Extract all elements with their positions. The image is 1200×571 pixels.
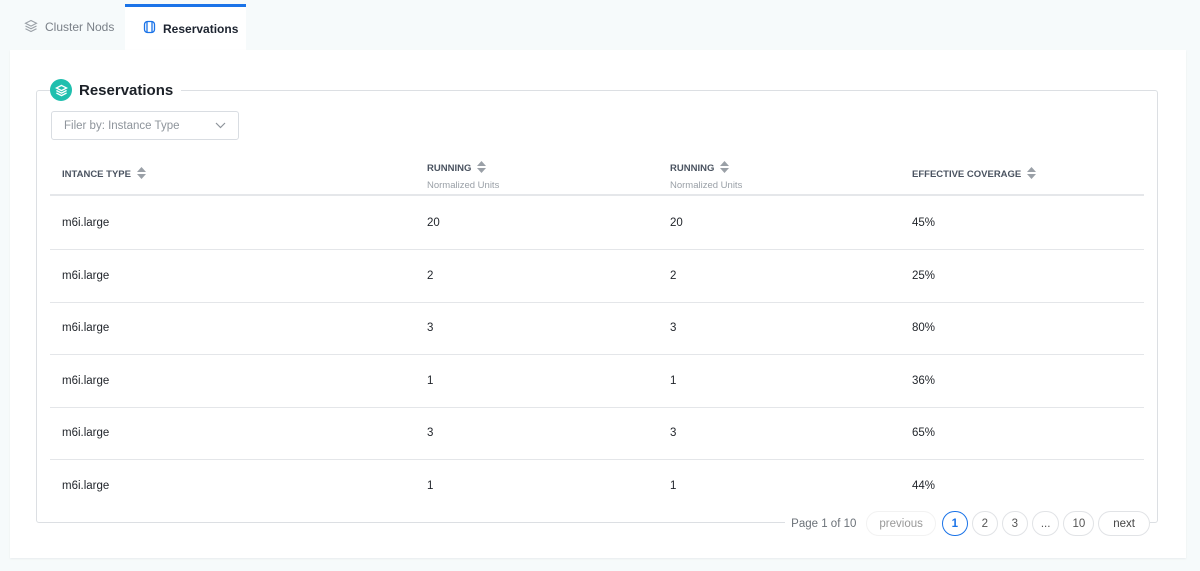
- page-button-10[interactable]: 10: [1063, 511, 1095, 536]
- layers-icon: [50, 79, 72, 101]
- page-ellipsis[interactable]: ...: [1031, 511, 1060, 536]
- chevron-down-icon: [215, 120, 226, 132]
- table-cell: 3: [427, 322, 434, 335]
- table-cell: m6i.large: [62, 217, 110, 229]
- table-cell: 3: [427, 427, 434, 440]
- page-button-1[interactable]: 1: [941, 511, 968, 536]
- sort-icon[interactable]: [136, 167, 146, 182]
- table-cell: m6i.large: [62, 374, 110, 387]
- sort-icon[interactable]: [477, 161, 487, 176]
- page-button-2[interactable]: 2: [971, 511, 998, 536]
- reservation-icon: [143, 20, 156, 37]
- table-cell: 2: [670, 269, 677, 282]
- table-row: m6i.large 1 1 36%: [50, 355, 1144, 408]
- column-sublabel: Normalized Units: [427, 180, 500, 191]
- table-cell: 1: [427, 374, 434, 387]
- section-title: Reservations: [79, 81, 174, 99]
- table-cell: 36%: [912, 374, 936, 387]
- tab-reservations[interactable]: Reservations: [125, 4, 246, 50]
- table-cell: 20: [427, 217, 440, 229]
- column-label: RUNNING: [427, 163, 472, 174]
- previous-button[interactable]: previous: [866, 511, 936, 536]
- column-header-running-1[interactable]: RUNNING Normalized Units: [427, 161, 499, 191]
- table-cell: 3: [670, 322, 677, 335]
- layers-icon: [24, 19, 38, 36]
- column-header-effective-coverage[interactable]: EFFECTIVE COVERAGE: [912, 167, 1037, 182]
- column-label: RUNNING: [670, 163, 715, 174]
- table-cell: m6i.large: [62, 269, 110, 282]
- section-header: Reservations: [50, 79, 182, 101]
- table-cell: m6i.large: [62, 480, 110, 492]
- column-header-running-2[interactable]: RUNNING Normalized Units: [670, 161, 742, 191]
- table-cell: 1: [670, 480, 677, 492]
- filter-placeholder: Filer by: Instance Type: [64, 119, 180, 132]
- column-header-instance-type[interactable]: INTANCE TYPE: [62, 167, 146, 182]
- sort-icon[interactable]: [720, 161, 730, 176]
- table-row: m6i.large 1 1 44%: [50, 460, 1144, 513]
- tab-label: Cluster Nods: [45, 20, 115, 34]
- table-cell: 44%: [912, 480, 936, 492]
- table-cell: 2: [427, 269, 434, 282]
- table-row: m6i.large 3 3 80%: [50, 302, 1144, 356]
- table-row: m6i.large 3 3 65%: [50, 407, 1144, 461]
- sort-icon[interactable]: [1027, 167, 1037, 182]
- table-cell: 1: [670, 374, 677, 387]
- tab-bar: Cluster Nods Reservations: [0, 0, 1200, 50]
- pagination: Page 1 of 10 previous 1 2 3 ... 10 next: [785, 511, 1150, 536]
- page-button-3[interactable]: 3: [1001, 511, 1028, 536]
- table-cell: 45%: [912, 217, 936, 229]
- table-header: INTANCE TYPE RUNNING Normalized Units RUN…: [50, 150, 1144, 196]
- instance-type-filter[interactable]: Filer by: Instance Type: [51, 111, 239, 140]
- column-label: INTANCE TYPE: [62, 169, 131, 180]
- tab-cluster-nods[interactable]: Cluster Nods: [6, 4, 132, 50]
- column-sublabel: Normalized Units: [670, 180, 743, 191]
- table-row: m6i.large 2 2 25%: [50, 250, 1144, 303]
- table-row: m6i.large 20 20 45%: [50, 197, 1144, 250]
- table-cell: 25%: [912, 269, 936, 282]
- tab-label: Reservations: [163, 21, 239, 36]
- table-cell: m6i.large: [62, 427, 110, 440]
- next-button[interactable]: next: [1098, 511, 1150, 536]
- table-cell: 20: [670, 217, 683, 229]
- table-cell: 65%: [912, 427, 936, 440]
- table-cell: 3: [670, 427, 677, 440]
- table-cell: m6i.large: [62, 322, 110, 335]
- reservations-card: Reservations Filer by: Instance Type INT…: [10, 50, 1186, 558]
- table-cell: 80%: [912, 322, 936, 335]
- page-status: Page 1 of 10: [791, 517, 857, 530]
- column-label: EFFECTIVE COVERAGE: [912, 169, 1022, 180]
- table-cell: 1: [427, 480, 434, 492]
